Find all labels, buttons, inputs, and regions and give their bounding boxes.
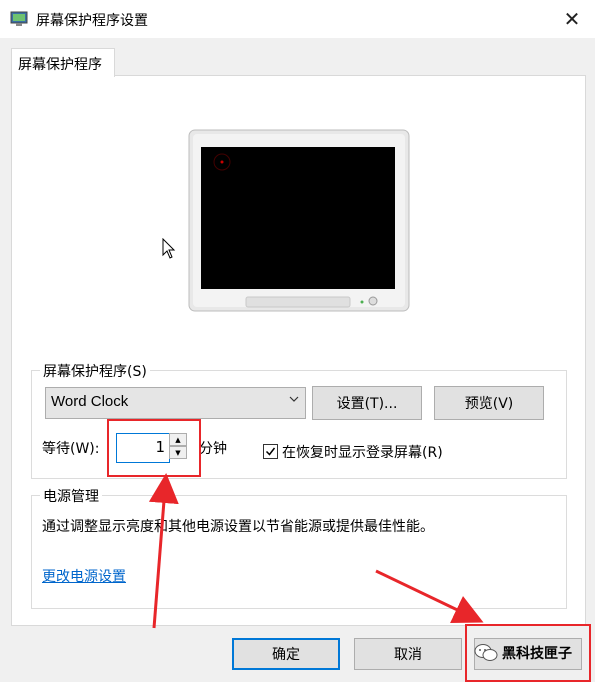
screensaver-select-value: Word Clock — [51, 393, 129, 410]
close-button[interactable]: ✕ — [549, 0, 595, 38]
cancel-button[interactable]: 取消 — [354, 638, 462, 670]
highlight-box-wait — [107, 419, 201, 477]
mouse-cursor-icon — [162, 238, 176, 259]
power-group-label: 电源管理 — [40, 486, 102, 506]
cancel-button-label: 取消 — [394, 647, 422, 663]
tab-screensaver[interactable]: 屏幕保护程序 — [11, 48, 115, 77]
close-icon: ✕ — [563, 7, 581, 31]
wait-label: 等待(W): — [42, 441, 100, 457]
change-power-settings-link[interactable]: 更改电源设置 — [42, 566, 126, 586]
screensaver-group-label: 屏幕保护程序(S) — [40, 361, 150, 381]
power-group: 电源管理 — [31, 486, 567, 609]
screensaver-select[interactable]: Word Clock — [45, 387, 306, 419]
tab-label: 屏幕保护程序 — [18, 57, 102, 73]
preview-button[interactable]: 预览(V) — [434, 386, 544, 420]
ok-button-label: 确定 — [272, 647, 300, 663]
monitor-preview-image — [188, 129, 410, 312]
resume-logon-checkbox[interactable] — [263, 444, 278, 459]
settings-button-label: 设置(T)... — [336, 396, 398, 412]
tab-panel: 屏幕保护程序(S) Word Clock 设置(T)... 预览(V) 等待(W… — [11, 75, 586, 626]
preview-button-label: 预览(V) — [464, 396, 514, 412]
minutes-label: 分钟 — [199, 441, 227, 457]
screen-saver-app-icon — [10, 11, 28, 26]
resume-logon-label[interactable]: 在恢复时显示登录屏幕(R) — [282, 442, 443, 462]
window-title: 屏幕保护程序设置 — [36, 13, 148, 29]
highlight-box-apply — [465, 624, 591, 682]
checkmark-icon — [265, 447, 276, 456]
settings-button[interactable]: 设置(T)... — [312, 386, 422, 420]
power-description: 通过调整显示亮度和其他电源设置以节省能源或提供最佳性能。 — [42, 519, 434, 535]
title-bar: 屏幕保护程序设置 ✕ — [0, 0, 595, 38]
chevron-down-icon — [289, 396, 299, 402]
ok-button[interactable]: 确定 — [232, 638, 340, 670]
